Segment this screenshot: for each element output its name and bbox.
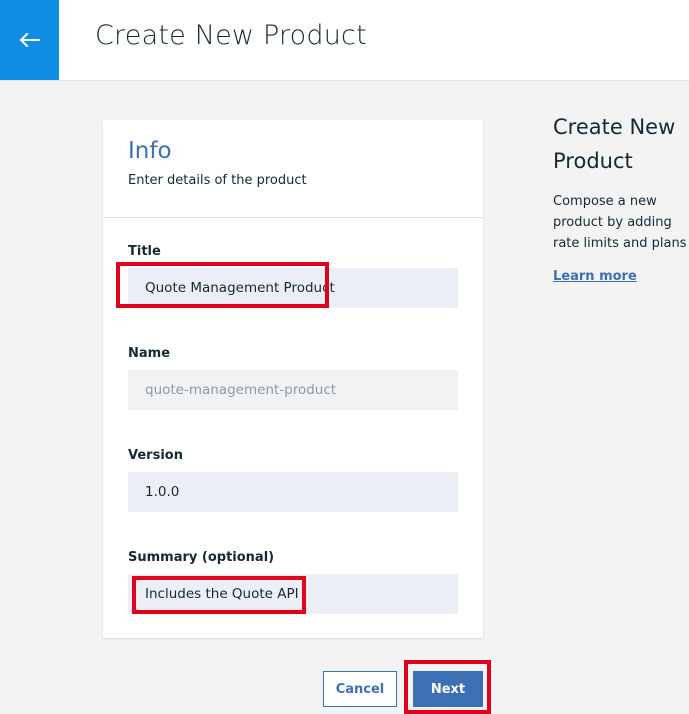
summary-highlight-box xyxy=(132,576,306,614)
help-description: Compose a new product by adding rate lim… xyxy=(553,194,687,251)
help-title: Create New Product xyxy=(553,110,683,178)
version-label: Version xyxy=(128,448,183,463)
help-title-text: Create New Product xyxy=(553,115,676,173)
learn-more-link[interactable]: Learn more xyxy=(553,269,637,284)
version-input[interactable]: 1.0.0 xyxy=(128,472,458,512)
summary-label: Summary (optional) xyxy=(128,550,275,565)
next-button[interactable]: Next xyxy=(413,671,483,707)
card-title: Info xyxy=(128,138,172,164)
product-info-card: Info Enter details of the product Title … xyxy=(103,120,483,638)
title-highlight-box xyxy=(116,262,329,308)
card-header: Info Enter details of the product xyxy=(103,120,483,218)
cancel-button[interactable]: Cancel xyxy=(323,671,397,707)
arrow-left-icon xyxy=(19,33,40,47)
page-title: Create New Product xyxy=(95,20,367,51)
name-label: Name xyxy=(128,346,171,361)
back-button[interactable] xyxy=(0,0,59,80)
card-subtitle: Enter details of the product xyxy=(128,173,307,188)
name-input[interactable]: quote-management-product xyxy=(128,370,458,410)
title-label: Title xyxy=(128,244,161,259)
header-bar: Create New Product xyxy=(0,0,689,81)
